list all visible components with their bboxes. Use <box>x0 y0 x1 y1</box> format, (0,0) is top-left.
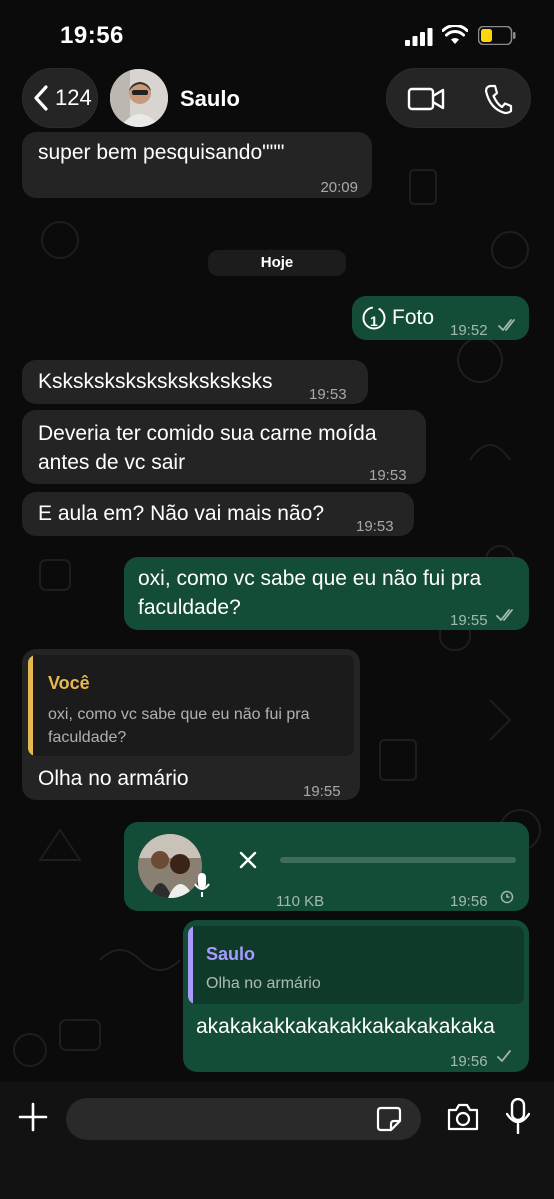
message-outgoing[interactable]: oxi, como vc sabe que eu não fui pra fac… <box>124 557 529 630</box>
message-text-line1: Deveria ter comido sua carne moída <box>38 422 377 445</box>
message-time: 19:56 <box>450 1053 488 1070</box>
camera-icon[interactable] <box>446 1102 480 1132</box>
message-outgoing-photo[interactable]: 1 Foto 19:52 <box>352 296 529 340</box>
upload-progress-track <box>280 857 516 863</box>
quoted-text-line2: faculdade? <box>48 729 127 746</box>
message-text: Olha no armário <box>38 767 189 790</box>
message-time: 19:53 <box>369 467 407 484</box>
message-time: 20:09 <box>320 179 358 196</box>
message-time: 19:56 <box>450 893 488 910</box>
call-actions <box>386 68 531 128</box>
sent-tick-icon <box>497 1050 511 1062</box>
quoted-author: Saulo <box>206 944 256 964</box>
read-ticks-icon <box>496 609 513 621</box>
message-time: 19:53 <box>356 518 394 535</box>
message-text-line2: antes de vc sair <box>38 451 186 474</box>
mic-icon <box>194 873 210 897</box>
sticker-icon[interactable] <box>376 1106 402 1132</box>
chat-header: 124 Saulo <box>0 66 554 132</box>
view-once-count: 1 <box>370 313 378 329</box>
date-separator: Hoje <box>208 250 346 276</box>
quote-accent-bar <box>188 926 193 1004</box>
message-time: 19:53 <box>309 386 347 403</box>
contact-name[interactable]: Saulo <box>180 86 240 112</box>
photo-label: Foto <box>392 306 435 329</box>
wifi-icon <box>442 25 468 44</box>
status-bar: 19:56 <box>0 0 554 70</box>
quoted-text: Olha no armário <box>206 975 321 992</box>
cancel-upload-icon[interactable] <box>239 851 257 869</box>
message-text: Ksksksksksksksksksksks <box>38 370 273 393</box>
unread-count: 124 <box>55 85 92 110</box>
chevron-left-icon <box>34 85 48 111</box>
message-time: 19:52 <box>450 322 488 339</box>
status-time: 19:56 <box>60 22 124 49</box>
message-input[interactable] <box>66 1098 421 1140</box>
message-text: akakakakkakakakkakakakakaka <box>196 1015 495 1038</box>
video-call-icon[interactable] <box>407 85 445 113</box>
message-outgoing-media[interactable]: 110 KB 19:56 <box>124 822 529 911</box>
quoted-text-line1: oxi, como vc sabe que eu não fui pra <box>48 706 310 723</box>
back-button[interactable]: 124 <box>22 68 98 128</box>
read-ticks-icon <box>498 319 515 331</box>
message-time: 19:55 <box>450 612 488 629</box>
clock-pending-icon <box>500 890 514 904</box>
quoted-message[interactable]: Saulo Olha no armário <box>188 926 524 1004</box>
quote-accent-bar <box>28 655 33 756</box>
quoted-message[interactable]: Você oxi, como vc sabe que eu não fui pr… <box>28 655 354 756</box>
message-incoming[interactable]: super bem pesquisando""" 20:09 <box>22 132 372 198</box>
message-text: E aula em? Não vai mais não? <box>38 502 324 525</box>
media-thumbnail[interactable] <box>138 834 202 898</box>
media-size: 110 KB <box>276 893 325 910</box>
microphone-icon[interactable] <box>506 1098 530 1134</box>
message-text-line1: oxi, como vc sabe que eu não fui pra <box>138 567 482 590</box>
compose-bar <box>0 1082 554 1199</box>
message-incoming[interactable]: Ksksksksksksksksksksks 19:53 <box>22 360 368 404</box>
quoted-author: Você <box>48 673 90 693</box>
message-text: super bem pesquisando""" <box>38 141 285 164</box>
message-incoming-reply[interactable]: Você oxi, como vc sabe que eu não fui pr… <box>22 649 360 800</box>
message-time: 19:55 <box>303 783 341 800</box>
contact-avatar[interactable] <box>110 69 168 127</box>
message-outgoing-reply[interactable]: Saulo Olha no armário akakakakkakakakkak… <box>183 920 529 1072</box>
phone-call-icon[interactable] <box>483 83 513 115</box>
cellular-signal-icon <box>405 28 433 46</box>
message-incoming[interactable]: Deveria ter comido sua carne moída antes… <box>22 410 426 484</box>
message-incoming[interactable]: E aula em? Não vai mais não? 19:53 <box>22 492 414 536</box>
battery-icon <box>478 26 516 45</box>
message-text-line2: faculdade? <box>138 596 241 619</box>
attach-plus-icon[interactable] <box>18 1102 48 1132</box>
